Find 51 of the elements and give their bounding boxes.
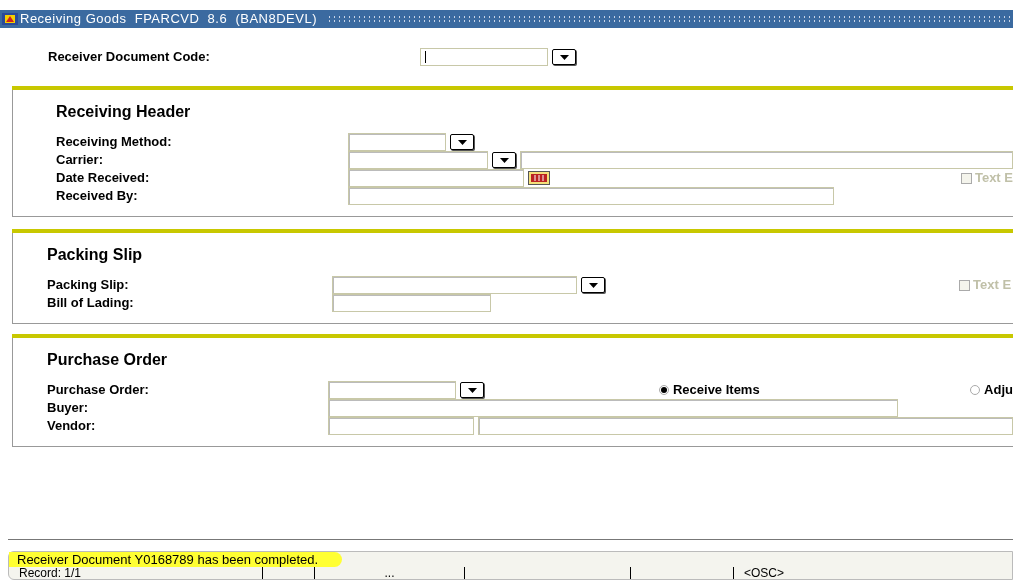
section-title: Purchase Order: [47, 350, 168, 370]
input-field[interactable]: [348, 169, 524, 187]
window-title: Receiving Goods FPARCVD 8.6 (BAN8DEVL): [20, 10, 317, 28]
input-field[interactable]: [348, 133, 446, 151]
checkbox-label: Text E: [974, 169, 1013, 188]
app-icon: [2, 12, 18, 26]
field-label: Received By:: [56, 187, 139, 206]
caret-icon: [467, 387, 477, 393]
field-label: Bill of Lading:: [47, 294, 135, 313]
caret-icon: [588, 282, 598, 288]
field-label: Receiver Document Code:: [48, 48, 211, 67]
input-field[interactable]: [332, 276, 577, 294]
radio-label: Receive Items: [672, 381, 760, 400]
field-label: Vendor:: [47, 417, 97, 436]
record-count: Record: 1/1: [9, 567, 263, 579]
checkbox[interactable]: [959, 279, 970, 291]
caret-icon: [559, 54, 569, 60]
caret-icon: [499, 157, 509, 163]
input-field[interactable]: [348, 187, 834, 205]
radio-button[interactable]: [970, 385, 981, 395]
input-field[interactable]: [420, 48, 548, 66]
input-field[interactable]: [328, 417, 474, 435]
mode-indicator: <OSC>: [743, 567, 785, 579]
field-label: Buyer:: [47, 399, 90, 418]
dropdown-button[interactable]: [460, 382, 484, 398]
checkbox[interactable]: [960, 172, 972, 184]
field-label: Receiving Method:: [56, 133, 173, 152]
input-field[interactable]: [520, 151, 1013, 169]
dropdown-button[interactable]: [450, 134, 474, 150]
status-message: Receiver Document Y0168789 has been completed.: [9, 552, 343, 567]
dropdown-button[interactable]: [581, 277, 605, 293]
input-field[interactable]: [478, 417, 1013, 435]
input-field[interactable]: [328, 381, 456, 399]
input-field[interactable]: [348, 151, 488, 169]
field-label: Packing Slip:: [47, 276, 130, 295]
field-label: Purchase Order:: [47, 381, 150, 400]
calendar-icon: [531, 174, 547, 182]
field-label: Carrier:: [56, 151, 104, 170]
radio-label: Adju: [984, 381, 1013, 400]
calendar-button[interactable]: [528, 171, 550, 185]
dropdown-button[interactable]: [552, 49, 576, 65]
dropdown-button[interactable]: [492, 152, 516, 168]
section-title: Packing Slip: [47, 245, 143, 265]
section-title: Receiving Header: [56, 102, 191, 122]
status-segment: ...: [315, 567, 465, 579]
field-label: Date Received:: [56, 169, 151, 188]
input-field[interactable]: [328, 399, 898, 417]
radio-button[interactable]: [658, 385, 669, 395]
checkbox-label: Text E: [973, 276, 1012, 295]
caret-icon: [457, 139, 467, 145]
input-field[interactable]: [332, 294, 491, 312]
